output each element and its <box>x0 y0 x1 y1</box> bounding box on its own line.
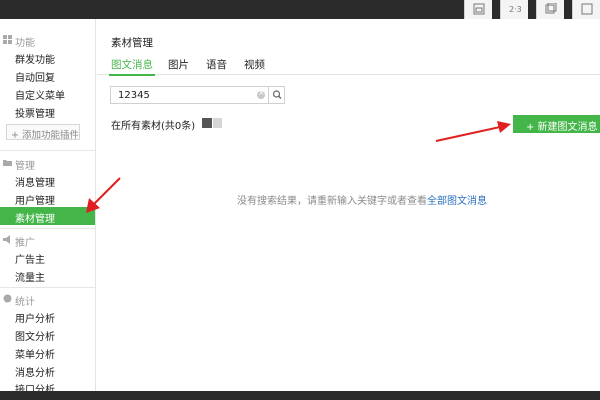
svg-text:2·3: 2·3 <box>509 5 521 14</box>
toolbar-button-2[interactable]: 2·3 <box>500 0 528 19</box>
grid-icon <box>3 35 12 44</box>
tab-articles[interactable]: 图文消息 <box>109 57 155 76</box>
page-title: 素材管理 <box>111 37 153 49</box>
sidebar-section-stats: 统计 <box>0 291 95 308</box>
sidebar-item-users[interactable]: 用户管理 <box>0 189 95 207</box>
sidebar-item-message-analysis[interactable]: 消息分析 <box>0 361 95 379</box>
toolbar-button-1[interactable] <box>464 0 492 19</box>
sidebar-section-manage: 管理 <box>0 155 95 172</box>
sidebar-divider <box>0 228 95 229</box>
sidebar-item-advertiser[interactable]: 广告主 <box>0 248 95 266</box>
sidebar-divider <box>0 150 95 151</box>
all-articles-link[interactable]: 全部图文消息 <box>427 196 487 207</box>
sidebar-section-title: 功能 <box>15 38 35 49</box>
sidebar-divider <box>0 287 95 288</box>
tab-voice[interactable]: 语音 <box>206 57 227 75</box>
toolbar-button-4[interactable] <box>572 0 600 19</box>
compare-icon: 2·3 <box>509 5 521 14</box>
layers-icon <box>545 3 557 14</box>
clear-icon[interactable] <box>257 88 265 99</box>
sidebar-item-materials[interactable]: 素材管理 <box>0 207 95 225</box>
chart-icon <box>3 294 12 303</box>
sidebar: 功能 群发功能 自动回复 自定义菜单 投票管理 + 添加功能插件 管理 消息管理… <box>0 19 96 391</box>
sidebar-item-auto-reply[interactable]: 自动回复 <box>0 66 95 84</box>
window-icon <box>473 3 485 15</box>
main-content: 素材管理 图文消息 图片 语音 视频 在所有素材(共0条) + 新建图文消息 没… <box>97 19 600 391</box>
sidebar-item-custom-menu[interactable]: 自定义菜单 <box>0 84 95 102</box>
list-view-icon[interactable] <box>213 118 222 128</box>
tab-bar: 图文消息 图片 语音 视频 <box>97 55 600 76</box>
material-count: 在所有素材(共0条) <box>111 121 196 132</box>
grid-view-icon[interactable] <box>202 118 212 128</box>
new-article-button[interactable]: + 新建图文消息 <box>513 115 600 133</box>
view-toggle[interactable] <box>202 118 222 128</box>
sidebar-item-vote[interactable]: 投票管理 <box>0 102 95 120</box>
sidebar-section-features: 功能 <box>0 32 95 49</box>
toolbar-icons: 2·3 <box>456 0 600 19</box>
search-box <box>110 86 285 104</box>
bottom-bar <box>0 391 600 400</box>
sidebar-item-article-analysis[interactable]: 图文分析 <box>0 325 95 343</box>
sidebar-item-menu-analysis[interactable]: 菜单分析 <box>0 343 95 361</box>
sidebar-item-mass-send[interactable]: 群发功能 <box>0 48 95 66</box>
sidebar-item-user-analysis[interactable]: 用户分析 <box>0 307 95 325</box>
tab-images[interactable]: 图片 <box>168 57 189 75</box>
sidebar-item-api-analysis[interactable]: 接口分析 <box>0 378 95 391</box>
sidebar-item-publisher[interactable]: 流量主 <box>0 266 95 284</box>
search-button[interactable] <box>268 87 285 103</box>
empty-result-message: 没有搜索结果，请重新输入关键字或者查看全部图文消息 <box>237 196 487 207</box>
search-input[interactable] <box>111 87 256 103</box>
sidebar-item-messages[interactable]: 消息管理 <box>0 171 95 189</box>
megaphone-icon <box>3 235 10 244</box>
tab-video[interactable]: 视频 <box>244 57 265 75</box>
frame-icon <box>581 3 593 15</box>
folder-icon <box>3 160 12 166</box>
toolbar-button-3[interactable] <box>536 0 564 19</box>
search-icon <box>272 90 282 99</box>
add-plugin-button[interactable]: + 添加功能插件 <box>6 124 80 141</box>
sidebar-section-promote: 推广 <box>0 232 95 249</box>
top-bar: 2·3 <box>0 0 600 19</box>
